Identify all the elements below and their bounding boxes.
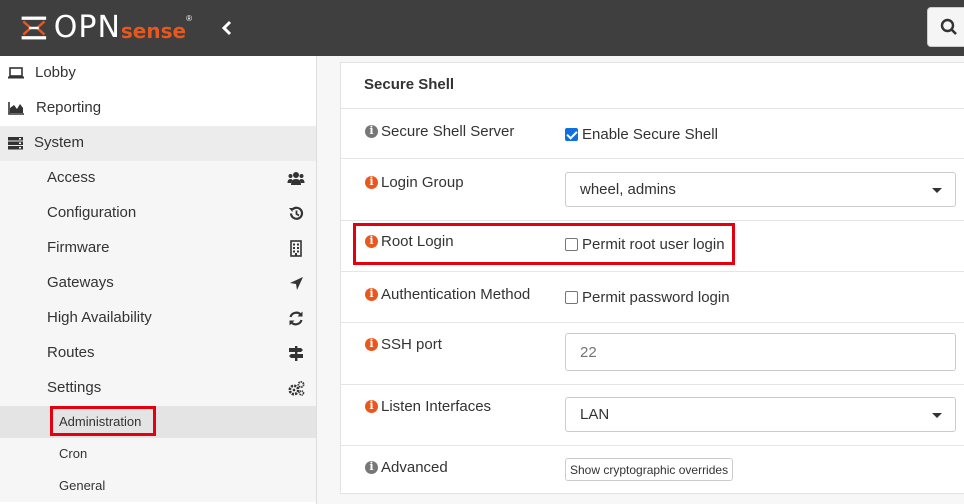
sidebar-item-high-availability[interactable]: High Availability — [0, 301, 316, 336]
field-label-text: Secure Shell Server — [381, 123, 515, 140]
search-icon — [940, 18, 957, 35]
caret-down-icon — [932, 188, 942, 193]
search-button[interactable] — [927, 7, 964, 47]
sidebar-item-system[interactable]: System — [0, 126, 316, 161]
sidebar-collapse-button[interactable] — [214, 14, 240, 42]
info-icon[interactable] — [365, 337, 378, 351]
sidebar-item-access[interactable]: Access — [0, 161, 316, 196]
select-value: wheel, admins — [580, 181, 676, 198]
sidebar-item-label: Gateways — [47, 274, 114, 291]
refresh-icon — [289, 311, 303, 326]
sidebar-item-label: High Availability — [47, 309, 152, 326]
permit-root-login-checkbox[interactable]: Permit root user login — [565, 236, 725, 253]
field-label-text: Authentication Method — [381, 286, 531, 303]
field-label-text: Listen Interfaces — [381, 398, 492, 415]
sidebar-item-label: Settings — [47, 379, 102, 396]
building-icon — [290, 240, 302, 257]
sidebar-item-label: Cron — [59, 446, 88, 461]
row-secure-shell-server: Secure Shell Server Enable Secure Shell — [341, 109, 964, 159]
show-cryptographic-overrides-button[interactable]: Show cryptographic overrides — [565, 458, 734, 481]
field-label: Secure Shell Server — [365, 123, 514, 140]
sidebar-item-label: Access — [47, 169, 96, 186]
info-icon[interactable] — [365, 460, 378, 474]
field-label-text: Login Group — [381, 174, 464, 191]
field-label: Advanced — [365, 459, 448, 476]
chevron-left-icon — [221, 20, 232, 36]
checkbox-label: Permit password login — [582, 289, 730, 306]
sidebar-item-general[interactable]: General — [0, 470, 316, 502]
logo-registered-mark: ® — [186, 13, 192, 23]
gears-icon — [288, 381, 305, 396]
button-label: Show cryptographic overrides — [570, 462, 729, 477]
select-value: LAN — [580, 406, 610, 423]
sidebar-item-configuration[interactable]: Configuration — [0, 196, 316, 231]
server-icon — [8, 137, 23, 150]
logo-text-sense: sense — [120, 18, 187, 43]
sidebar-item-label: Reporting — [36, 99, 102, 116]
opnsense-logo[interactable]: OPN sense ® — [20, 9, 192, 47]
panel-header: Secure Shell — [341, 63, 964, 109]
field-label: Login Group — [365, 174, 464, 191]
caret-down-icon — [932, 413, 942, 418]
sidebar-item-label: Firmware — [47, 239, 110, 256]
sidebar-item-label: General — [59, 478, 106, 493]
login-group-select[interactable]: wheel, admins — [565, 172, 956, 207]
sidebar-item-administration[interactable]: Administration — [0, 406, 316, 438]
sidebar-item-reporting[interactable]: Reporting — [0, 91, 316, 126]
row-listen-interfaces: Listen Interfaces LAN — [341, 385, 964, 446]
checkbox-checked[interactable] — [565, 128, 578, 141]
sidebar-item-label: System — [34, 134, 85, 151]
row-login-group: Login Group wheel, admins — [341, 159, 964, 221]
info-icon[interactable] — [365, 399, 378, 413]
permit-password-login-checkbox[interactable]: Permit password login — [565, 289, 730, 306]
sidebar-item-label: Routes — [47, 344, 95, 361]
signpost-icon — [289, 346, 303, 361]
field-label: Listen Interfaces — [365, 398, 491, 415]
sidebar-item-firmware[interactable]: Firmware — [0, 231, 316, 266]
field-label-text: Root Login — [381, 233, 454, 250]
users-icon — [287, 172, 305, 185]
sidebar-item-lobby[interactable]: Lobby — [0, 56, 316, 91]
field-label: SSH port — [365, 336, 442, 353]
checkbox-unchecked[interactable] — [565, 238, 578, 251]
sidebar-item-label: Lobby — [35, 64, 76, 81]
history-icon — [289, 206, 304, 220]
field-label: Authentication Method — [365, 286, 530, 303]
sidebar-item-routes[interactable]: Routes — [0, 336, 316, 371]
field-label-text: Advanced — [381, 459, 448, 476]
area-chart-icon — [8, 102, 24, 115]
info-icon[interactable] — [365, 175, 378, 189]
info-icon[interactable] — [365, 287, 378, 301]
checkbox-unchecked[interactable] — [565, 291, 578, 304]
laptop-icon — [8, 67, 24, 79]
info-icon[interactable] — [365, 124, 378, 138]
sidebar-item-cron[interactable]: Cron — [0, 438, 316, 470]
row-ssh-port: SSH port — [341, 323, 964, 385]
enable-secure-shell-checkbox[interactable]: Enable Secure Shell — [565, 126, 718, 143]
ssh-port-input[interactable] — [565, 333, 956, 371]
info-icon[interactable] — [365, 234, 378, 248]
row-authentication-method: Authentication Method Permit password lo… — [341, 272, 964, 323]
row-advanced: Advanced Show cryptographic overrides — [341, 446, 964, 494]
logo-text-opn: OPN — [53, 10, 121, 45]
opnsense-mark-icon — [21, 16, 47, 40]
checkbox-label: Permit root user login — [582, 236, 725, 253]
sidebar: Lobby Reporting System Access Configurat… — [0, 56, 317, 504]
secure-shell-panel: Secure Shell Secure Shell Server Enable … — [340, 62, 964, 494]
field-label: Root Login — [365, 233, 454, 250]
listen-interfaces-select[interactable]: LAN — [565, 397, 956, 432]
sidebar-item-settings[interactable]: Settings — [0, 371, 316, 406]
field-label-text: SSH port — [381, 336, 442, 353]
panel-title: Secure Shell — [364, 76, 455, 93]
sidebar-item-label: Configuration — [47, 204, 137, 221]
sidebar-item-gateways[interactable]: Gateways — [0, 266, 316, 301]
top-navbar: OPN sense ® — [0, 0, 964, 56]
location-arrow-icon — [290, 277, 303, 290]
checkbox-label: Enable Secure Shell — [582, 126, 718, 143]
sidebar-item-label: Administration — [59, 414, 142, 429]
row-root-login: Root Login Permit root user login — [341, 221, 964, 272]
